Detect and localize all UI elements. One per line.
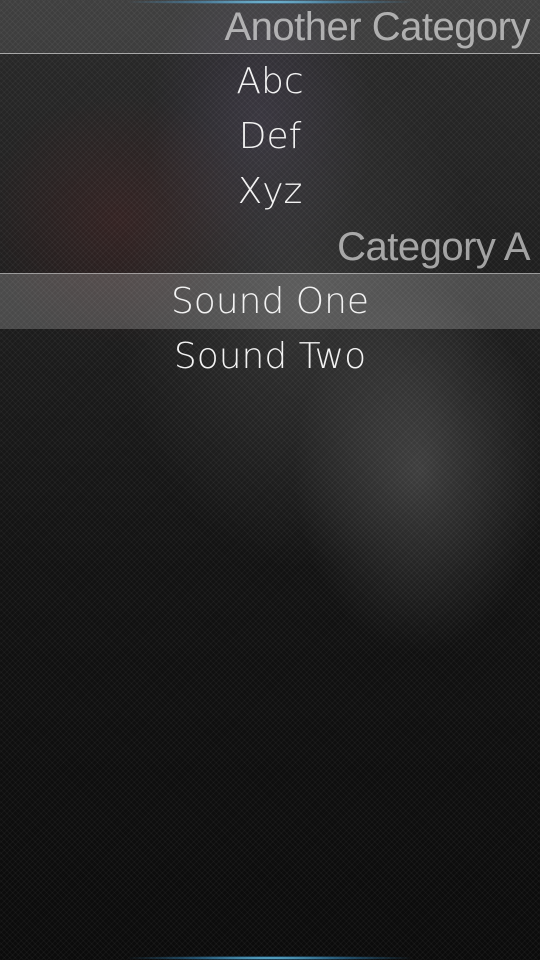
section-header-category-a: Category A xyxy=(0,219,540,274)
category-list[interactable]: Another Category Abc Def Xyz Category A … xyxy=(0,0,540,384)
list-item-abc[interactable]: Abc xyxy=(0,54,540,109)
section-header-label: Category A xyxy=(337,225,530,269)
section-header-label: Another Category xyxy=(224,5,530,49)
section-header-another-category: Another Category xyxy=(0,0,540,54)
sound-list-screen: Another Category Abc Def Xyz Category A … xyxy=(0,0,540,960)
list-item-def[interactable]: Def xyxy=(0,109,540,164)
list-item-sound-one[interactable]: Sound One xyxy=(0,274,540,329)
list-item-sound-two[interactable]: Sound Two xyxy=(0,329,540,384)
list-item-xyz[interactable]: Xyz xyxy=(0,164,540,219)
bottom-glow-indicator xyxy=(130,956,410,960)
